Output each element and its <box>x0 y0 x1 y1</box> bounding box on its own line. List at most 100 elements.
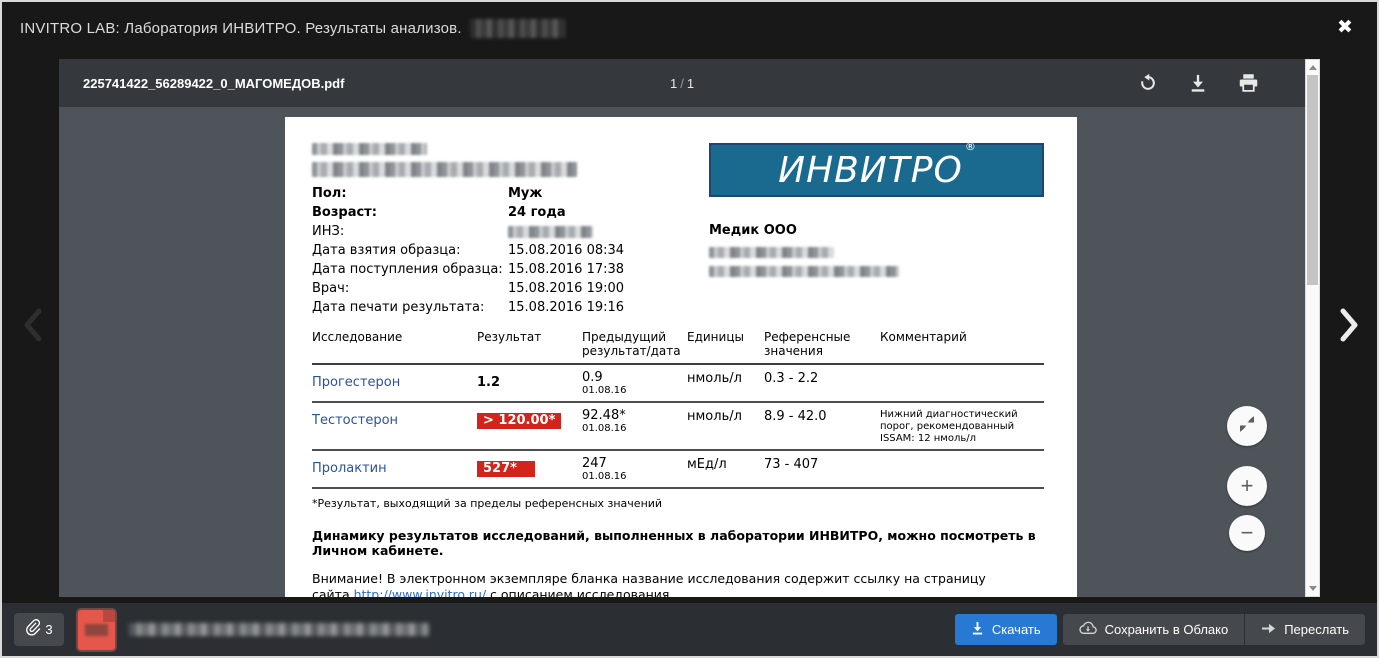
patient-block: Пол:МужВозраст:24 годаИНЗ:Дата взятия об… <box>312 143 704 317</box>
scroll-down-arrow[interactable] <box>1306 582 1319 595</box>
info-label: Возраст: <box>312 203 508 222</box>
secondary-actions: Сохранить в Облако Переслать <box>1063 614 1365 645</box>
attachments-toggle[interactable]: 3 <box>14 613 64 646</box>
registered-mark: ® <box>965 140 977 153</box>
test-name-cell: Пролактин <box>312 457 477 483</box>
attention-suffix: с описанием исследования. <box>486 587 673 597</box>
next-attachment-button[interactable] <box>1332 302 1366 352</box>
previous-cell: 24701.08.16 <box>582 457 687 483</box>
pdf-toolbar: 225741422_56289422_0_МАГОМЕДОВ.pdf 1/1 <box>59 59 1305 107</box>
attention-note: Внимание! В электронном экземпляре бланк… <box>312 571 1012 597</box>
triangle-up-icon <box>1309 65 1317 70</box>
close-icon[interactable]: ✖ <box>1331 14 1359 42</box>
reference-cell: 8.9 - 42.0 <box>764 409 880 445</box>
patient-info-row: Возраст:24 года <box>312 203 704 222</box>
modal-title: INVITRO LAB: Лаборатория ИНВИТРО. Резуль… <box>20 20 462 37</box>
pdf-label-redacted <box>85 624 108 636</box>
fit-to-screen-icon <box>1238 415 1256 438</box>
page-separator: / <box>677 76 687 91</box>
page-indicator: 1/1 <box>670 76 694 91</box>
header-cell: Комментарий <box>880 330 1044 358</box>
info-label: Пол: <box>312 184 508 203</box>
invitro-logo: ИНВИТРО® <box>709 143 1044 197</box>
result-chip: 527* <box>477 461 535 477</box>
result-cell: 527* <box>477 457 582 483</box>
document-header: Пол:МужВозраст:24 годаИНЗ:Дата взятия об… <box>312 143 1044 317</box>
footnote: *Результат, выходящий за пределы референ… <box>312 497 1044 510</box>
info-value: 15.08.2016 19:16 <box>508 298 624 317</box>
patient-info-row: ИНЗ: <box>312 222 704 241</box>
previous-date: 01.08.16 <box>582 423 687 435</box>
previous-value: 247 <box>582 457 687 471</box>
info-value: 24 года <box>508 203 566 222</box>
patient-info-row: Дата печати результата:15.08.2016 19:16 <box>312 298 704 317</box>
info-value: 15.08.2016 08:34 <box>508 241 624 260</box>
dynamics-note: Динамику результатов исследований, выпол… <box>312 528 1044 558</box>
scroll-up-arrow[interactable] <box>1306 61 1319 74</box>
results-table: ИсследованиеРезультатПредыдущий результа… <box>312 330 1044 489</box>
patient-info-row: Дата взятия образца:15.08.2016 08:34 <box>312 241 704 260</box>
info-label: Врач: <box>312 279 508 298</box>
info-value: Муж <box>508 184 542 203</box>
scrollbar-thumb[interactable] <box>1307 75 1318 285</box>
scrollbar[interactable] <box>1305 59 1320 597</box>
previous-date: 01.08.16 <box>582 471 687 483</box>
attachment-viewer-modal: INVITRO LAB: Лаборатория ИНВИТРО. Резуль… <box>0 0 1379 658</box>
previous-cell: 0.901.08.16 <box>582 371 687 397</box>
pdf-file-icon[interactable] <box>78 610 115 650</box>
forward-button[interactable]: Переслать <box>1245 614 1365 645</box>
save-to-cloud-button[interactable]: Сохранить в Облако <box>1063 614 1245 645</box>
minus-icon: − <box>1241 520 1254 546</box>
download-attachment-button[interactable]: Скачать <box>955 614 1057 645</box>
download-label: Скачать <box>992 622 1041 637</box>
table-row: Тестостерон> 120.00*92.48*01.08.16нмоль/… <box>312 403 1044 451</box>
chevron-left-icon <box>21 305 45 350</box>
info-value: 15.08.2016 17:38 <box>508 260 624 279</box>
patient-info-row: Пол:Муж <box>312 184 704 203</box>
result-cell: 1.2 <box>477 371 582 397</box>
rotate-button[interactable] <box>1137 72 1159 94</box>
test-name-link[interactable]: Тестостерон <box>312 413 398 428</box>
download-button[interactable] <box>1187 72 1209 94</box>
clinic-block: ИНВИТРО® Медик ООО <box>709 143 1044 317</box>
results-table-body: Прогестерон1.20.901.08.16нмоль/л0.3 - 2.… <box>312 365 1044 489</box>
patient-info-rows: Пол:МужВозраст:24 годаИНЗ:Дата взятия об… <box>312 184 704 317</box>
comment-cell <box>880 457 1044 483</box>
fit-zoom-button[interactable] <box>1227 406 1267 446</box>
patient-name-redacted <box>312 162 577 177</box>
rotate-icon <box>1138 73 1158 93</box>
test-name-link[interactable]: Прогестерон <box>312 375 400 390</box>
info-label: Дата поступления образца: <box>312 260 508 279</box>
invitro-logo-text: ИНВИТРО® <box>778 150 975 191</box>
test-name-link[interactable]: Пролактин <box>312 461 387 476</box>
table-row: Пролактин 527* 24701.08.16мЕд/л73 - 407 <box>312 451 1044 489</box>
result-cell: > 120.00* <box>477 409 582 445</box>
patient-info-row: Врач:15.08.2016 19:00 <box>312 279 704 298</box>
cloud-label: Сохранить в Облако <box>1105 622 1229 637</box>
cloud-icon <box>1079 621 1097 638</box>
chevron-right-icon <box>1337 305 1361 350</box>
zoom-out-button[interactable]: − <box>1229 515 1265 551</box>
forward-label: Переслать <box>1284 622 1349 637</box>
org-address-redacted <box>709 266 899 277</box>
units-cell: мЕд/л <box>687 457 764 483</box>
info-label: ИНЗ: <box>312 222 508 241</box>
zoom-in-button[interactable]: + <box>1227 466 1267 506</box>
prev-attachment-button[interactable] <box>16 302 50 352</box>
attachment-name-redacted <box>129 623 429 636</box>
viewer-canvas: Пол:МужВозраст:24 годаИНЗ:Дата взятия об… <box>59 107 1305 597</box>
previous-value: 0.9 <box>582 371 687 385</box>
modal-header: INVITRO LAB: Лаборатория ИНВИТРО. Резуль… <box>2 2 1377 54</box>
previous-value: 92.48* <box>582 409 687 423</box>
test-name-cell: Тестостерон <box>312 409 477 445</box>
redacted-value <box>508 226 593 238</box>
invitro-link[interactable]: http://www.invitro.ru/ <box>354 587 487 597</box>
info-label: Дата взятия образца: <box>312 241 508 260</box>
print-button[interactable] <box>1237 72 1259 94</box>
folded-corner <box>103 610 115 622</box>
page-total: 1 <box>687 76 694 91</box>
units-cell: нмоль/л <box>687 371 764 397</box>
table-row: Прогестерон1.20.901.08.16нмоль/л0.3 - 2.… <box>312 365 1044 403</box>
reference-cell: 73 - 407 <box>764 457 880 483</box>
attachment-count: 3 <box>45 622 52 637</box>
